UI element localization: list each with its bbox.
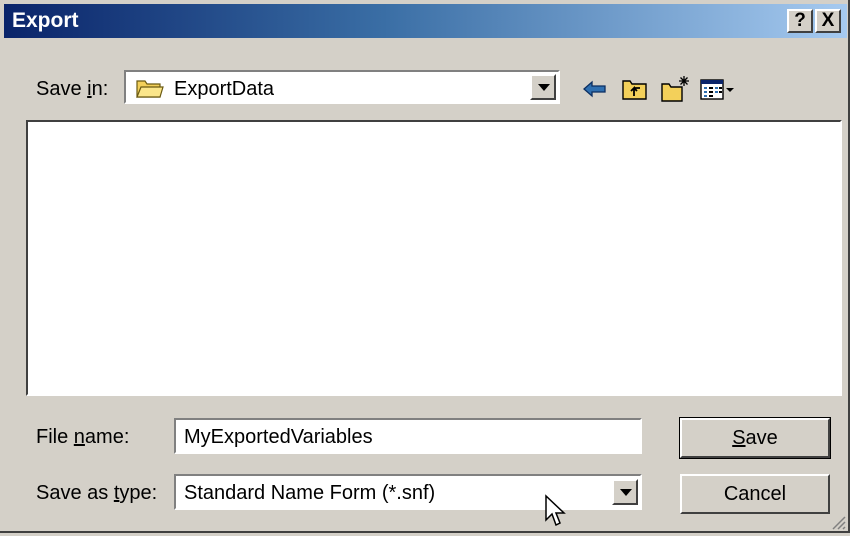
close-button[interactable]: X xyxy=(815,9,841,33)
save-in-dropdown[interactable]: ExportData xyxy=(124,70,560,104)
save-as-type-label: Save as type: xyxy=(36,482,158,504)
save-in-dropdown-button[interactable] xyxy=(530,74,556,100)
resize-grip-icon[interactable] xyxy=(830,513,846,530)
save-button[interactable]: Save xyxy=(679,417,831,459)
chevron-down-icon xyxy=(538,84,550,91)
save-as-type-value: Standard Name Form (*.snf) xyxy=(184,482,436,504)
back-icon[interactable] xyxy=(580,74,610,104)
save-in-label: Save in: xyxy=(36,78,109,100)
save-as-type-dropdown[interactable]: Standard Name Form (*.snf) xyxy=(174,474,642,510)
file-name-input[interactable]: MyExportedVariables xyxy=(174,418,642,454)
export-dialog: Export ? X Save in: ExportData File name… xyxy=(0,0,850,533)
save-as-type-dropdown-button[interactable] xyxy=(612,479,638,505)
chevron-down-icon xyxy=(620,489,632,496)
save-in-value: ExportData xyxy=(174,78,275,100)
dialog-title: Export xyxy=(12,9,79,32)
file-list-view[interactable] xyxy=(26,120,842,396)
folder-icon xyxy=(136,77,164,105)
up-folder-icon[interactable] xyxy=(620,74,650,104)
mouse-cursor-icon xyxy=(544,494,566,534)
cancel-button[interactable]: Cancel xyxy=(680,474,830,514)
title-bar[interactable]: Export ? X xyxy=(4,4,847,38)
help-button[interactable]: ? xyxy=(787,9,813,33)
new-folder-icon[interactable] xyxy=(660,74,690,104)
file-name-value: MyExportedVariables xyxy=(184,426,373,448)
file-name-label: File name: xyxy=(36,426,130,448)
view-menu-icon[interactable] xyxy=(698,74,738,104)
